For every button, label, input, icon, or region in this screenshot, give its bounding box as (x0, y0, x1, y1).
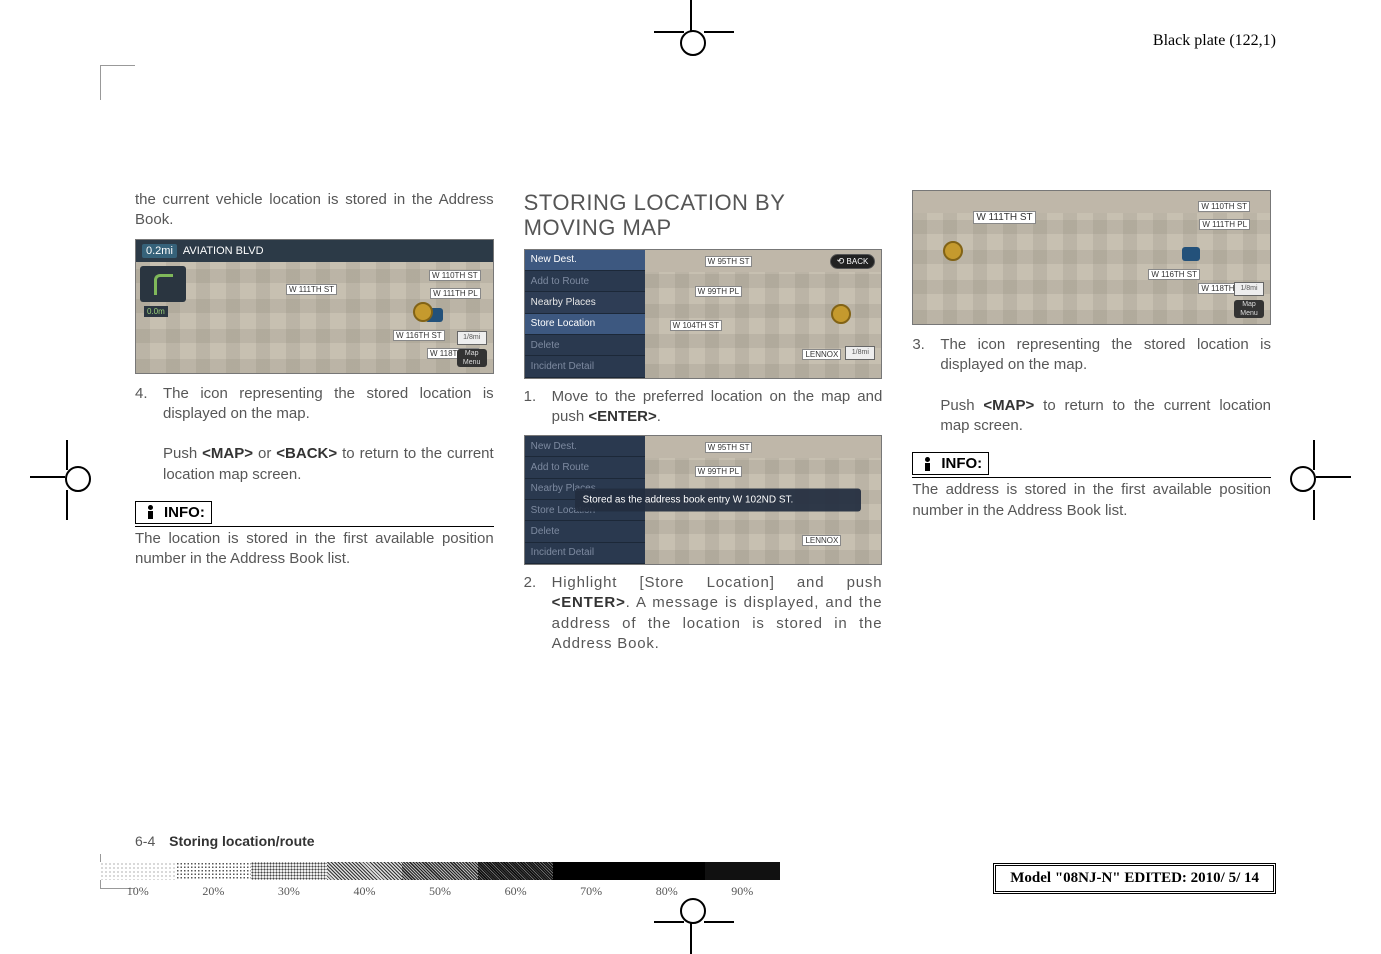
gs-label: 80% (629, 884, 705, 899)
trim-corner-tl (100, 65, 135, 100)
fig2-road-label: W 104TH ST (670, 320, 722, 331)
fig2-scale: 1/8mi (845, 346, 875, 360)
info-text: The location is stored in the first avai… (135, 526, 494, 570)
step-number: 1. (524, 387, 542, 428)
fig2-menu-panel: New Dest. Add to Route Nearby Places Sto… (525, 250, 645, 378)
step-text: Highlight [Store Location] and push <ENT… (552, 573, 883, 654)
crop-mark-bottom (690, 922, 692, 954)
page-body: the current vehicle location is stored i… (135, 190, 1271, 814)
plate-label: Black plate (122,1) (1153, 32, 1276, 50)
section-name: Storing location/route (169, 833, 314, 849)
menu-item: Store Location (525, 314, 645, 335)
section-heading: STORING LOCATION BY MOVING MAP (524, 190, 883, 241)
info-callout: INFO: (912, 452, 989, 475)
fig1-turn-icon (140, 266, 186, 302)
page-number: 6-4 (135, 833, 155, 849)
figure-map-stored-toast: New Dest. Add to Route Nearby Places Sto… (524, 435, 883, 565)
figure-map-current-location: 0.2mi AVIATION BLVD 0.0m W 111TH ST W 11… (135, 239, 494, 374)
crop-mark-top (690, 0, 692, 32)
step-text: The icon representing the stored locatio… (163, 385, 494, 422)
fig4-road-label: W 110TH ST (1198, 201, 1250, 212)
info-callout: INFO: (135, 501, 212, 524)
grayscale-cal-strip: 10% 20% 30% 40% 50% 60% 70% 80% 90% (100, 862, 780, 899)
menu-item: Incident Detail (525, 356, 645, 377)
column-3: W 111TH ST W 110TH ST W 111TH PL W 116TH… (912, 190, 1271, 814)
crop-mark-right (1316, 476, 1351, 478)
column-2: STORING LOCATION BY MOVING MAP New Dest.… (524, 190, 883, 814)
gs-label: 70% (553, 884, 629, 899)
col2-step-1: 1. Move to the preferred location on the… (524, 387, 883, 428)
crop-mark-left (30, 476, 65, 478)
back-pill: ⟲ BACK (830, 254, 876, 269)
fig1-stored-pin-icon (413, 302, 433, 322)
fig3-toast-message: Stored as the address book entry W 102ND… (575, 489, 862, 512)
fig4-road-label: W 116TH ST (1148, 269, 1200, 280)
step-number: 2. (524, 573, 542, 654)
info-text: The address is stored in the first avail… (912, 477, 1271, 521)
model-mid: EDITED: (1121, 870, 1191, 886)
fig4-road-label: W 111TH ST (973, 211, 1035, 224)
gs-label: 30% (251, 884, 327, 899)
gs-label: 60% (478, 884, 554, 899)
info-icon (142, 504, 158, 520)
fig1-title: AVIATION BLVD (183, 245, 264, 257)
col1-lead-text: the current vehicle location is stored i… (135, 190, 494, 231)
step-text: Push <MAP> to return to the current loca… (940, 397, 1271, 434)
column-1: the current vehicle location is stored i… (135, 190, 494, 814)
figure-map-result: W 111TH ST W 110TH ST W 111TH PL W 116TH… (912, 190, 1271, 325)
menu-item: Delete (525, 521, 645, 542)
model-edit-box: Model "08NJ-N" EDITED: 2010/ 5/ 14 (993, 863, 1276, 894)
fig3-road-label: W 95TH ST (705, 442, 753, 453)
fig1-distance: 0.2mi (142, 244, 177, 258)
fig3-road-label: LENNOX (802, 535, 841, 546)
step-number: 4. (135, 384, 153, 485)
fig4-map-menu-button: Map Menu (1234, 300, 1264, 318)
info-label: INFO: (941, 455, 982, 472)
page-footer: 6-4 Storing location/route (135, 833, 315, 849)
fig1-road-label: W 116TH ST (393, 330, 445, 341)
fig2-stored-pin-icon (831, 304, 851, 324)
menu-item: Nearby Places (525, 292, 645, 313)
step-number: 3. (912, 335, 930, 436)
gs-label: 10% (100, 884, 176, 899)
fig2-road-label: W 99TH PL (695, 286, 742, 297)
fig1-map-menu-button: Map Menu (457, 349, 487, 367)
fig1-road-label: W 110TH ST (429, 270, 481, 281)
fig1-scale: 1/8mi (457, 331, 487, 345)
menu-item: Incident Detail (525, 543, 645, 564)
menu-item: New Dest. (525, 250, 645, 271)
fig1-sub-distance: 0.0m (144, 306, 168, 317)
info-label: INFO: (164, 504, 205, 521)
gs-label: 20% (176, 884, 252, 899)
fig4-hwy-shield-icon (1182, 247, 1200, 261)
step-text: Move to the preferred location on the ma… (552, 387, 883, 428)
menu-item: Add to Route (525, 271, 645, 292)
figure-map-menu: New Dest. Add to Route Nearby Places Sto… (524, 249, 883, 379)
menu-item: Delete (525, 335, 645, 356)
fig2-road-label: W 95TH ST (705, 256, 753, 267)
col1-step-4: 4. The icon representing the stored loca… (135, 384, 494, 485)
gs-label: 40% (327, 884, 403, 899)
menu-item: Add to Route (525, 457, 645, 478)
menu-item: New Dest. (525, 436, 645, 457)
step-text: The icon representing the stored locatio… (940, 336, 1271, 373)
step-text: Push <MAP> or <BACK> to return to the cu… (163, 445, 494, 482)
col3-step-3: 3. The icon representing the stored loca… (912, 335, 1271, 436)
model-prefix: Model (1010, 870, 1055, 886)
gs-label: 50% (402, 884, 478, 899)
model-code: "08NJ-N" (1055, 870, 1121, 886)
info-icon (919, 456, 935, 472)
gs-label: 90% (705, 884, 781, 899)
fig3-road-label: W 99TH PL (695, 466, 742, 477)
fig2-road-label: LENNOX (802, 349, 841, 360)
model-date: 2010/ 5/ 14 (1191, 870, 1259, 886)
fig4-road-label: W 111TH PL (1199, 219, 1250, 230)
col2-step-2: 2. Highlight [Store Location] and push <… (524, 573, 883, 654)
fig1-road-label: W 111TH ST (286, 284, 337, 295)
fig4-scale: 1/8mi (1234, 282, 1264, 296)
fig1-road-label: W 111TH PL (430, 288, 481, 299)
